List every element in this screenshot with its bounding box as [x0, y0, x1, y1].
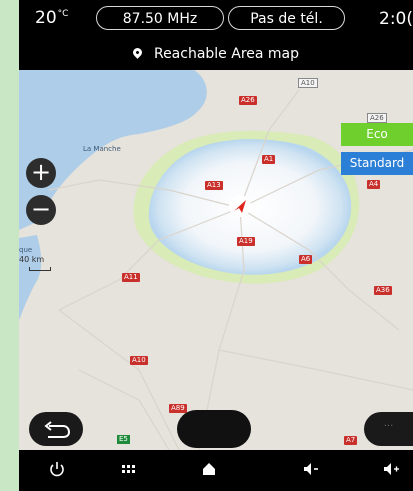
status-bar: 20°C 87.50 MHz Pas de tél. 2:0(	[19, 0, 413, 40]
power-icon[interactable]	[45, 458, 69, 480]
head-unit-screen: 20°C 87.50 MHz Pas de tél. 2:0( Reachabl…	[19, 0, 413, 491]
road-label-e5: E5	[117, 435, 130, 444]
title-bar: Reachable Area map ✕▬	[19, 40, 413, 103]
volume-down-glyph	[304, 463, 318, 475]
road-label-a13: A13	[205, 181, 223, 190]
recenter-button[interactable]	[177, 410, 251, 448]
radio-frequency-button[interactable]: 87.50 MHz	[96, 6, 224, 30]
volume-up-icon[interactable]	[380, 458, 404, 480]
standard-mode-button[interactable]: Standard	[341, 152, 413, 175]
road-label-a26-top: A26	[239, 96, 257, 105]
temperature-unit: °C	[57, 9, 69, 19]
clock: 2:0(	[379, 9, 413, 29]
back-arrow-icon	[44, 421, 71, 438]
map-view[interactable]: A10 A26 A26 A1 A4 A13 A19 A6 A36 A11 A10…	[19, 70, 413, 450]
zoom-in-button[interactable]: +	[26, 158, 56, 188]
apps-grid-icon[interactable]	[116, 458, 140, 480]
road-label-a7: A7	[344, 436, 358, 445]
road-label-a36: A36	[374, 286, 392, 295]
apps-grid-glyph	[122, 465, 135, 473]
home-glyph	[203, 463, 215, 475]
page-title: Reachable Area map	[19, 46, 413, 62]
place-label-partial: que	[19, 246, 33, 254]
location-pin-icon	[131, 46, 144, 59]
power-glyph	[50, 462, 64, 477]
bottom-navigation-bar	[19, 450, 413, 491]
road-label-a10-bottom: A10	[130, 356, 148, 365]
current-position-arrow	[229, 195, 251, 217]
volume-down-icon[interactable]	[299, 458, 323, 480]
road-label-a6: A6	[299, 255, 313, 264]
temperature-value: 20	[35, 8, 57, 28]
road-label-a11: A11	[122, 273, 140, 282]
more-options-button[interactable]: ···	[364, 412, 413, 446]
temperature-display: 20°C	[35, 8, 68, 28]
phone-status-button[interactable]: Pas de tél.	[228, 6, 345, 30]
road-label-a10-top: A10	[298, 78, 318, 88]
home-icon[interactable]	[197, 458, 221, 480]
map-scale-bar	[29, 267, 51, 271]
road-label-a19: A19	[237, 237, 255, 246]
back-button[interactable]	[29, 412, 83, 446]
road-label-a1: A1	[262, 155, 276, 164]
volume-up-glyph	[384, 463, 399, 475]
place-label-la-manche: La Manche	[83, 145, 121, 153]
road-label-a4: A4	[367, 180, 381, 189]
road-label-a26-right: A26	[367, 113, 387, 123]
zoom-out-button[interactable]: −	[26, 195, 56, 225]
eco-mode-button[interactable]: Eco	[341, 123, 413, 146]
road-label-a89: A89	[169, 404, 187, 413]
page-title-text: Reachable Area map	[153, 46, 300, 62]
map-scale-label: 40 km	[19, 255, 45, 264]
